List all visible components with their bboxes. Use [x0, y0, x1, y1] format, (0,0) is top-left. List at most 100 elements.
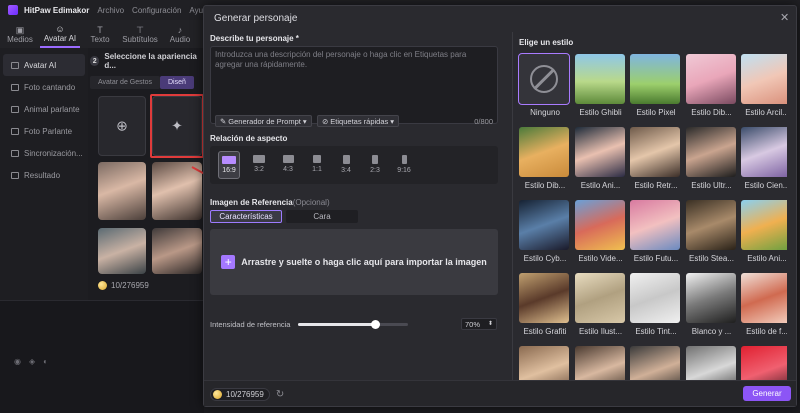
tool-avatar-ai[interactable]: ☺ Avatar AI	[40, 20, 80, 48]
style-option[interactable]: Ninguno	[518, 53, 571, 117]
image-dropzone[interactable]: + Arrastre y suelte o haga clic aquí par…	[210, 229, 498, 295]
ratio-1-1[interactable]: 1:1	[306, 151, 328, 179]
subtab-diseno[interactable]: Diseñ	[159, 76, 194, 89]
ratio-shape-icon	[313, 155, 321, 163]
style-option[interactable]	[741, 346, 787, 380]
style-option[interactable]: Estilo Pixel	[630, 54, 682, 117]
ratio-label: 16:9	[222, 167, 236, 174]
style-option[interactable]: Blanco y ...	[685, 273, 738, 336]
description-input[interactable]	[215, 50, 493, 98]
main-toolbar: ▣ Medios ☺ Avatar AI T Texto ⊤ Subtítulos ♪ A…	[0, 20, 204, 48]
nav-resultado[interactable]: Resultado	[3, 164, 85, 186]
intensity-slider[interactable]	[298, 319, 408, 329]
refresh-icon[interactable]: ↻	[276, 389, 284, 400]
style-option[interactable]: Estilo Arcil...	[741, 54, 787, 117]
style-option[interactable]: Estilo Ultr...	[685, 127, 738, 190]
upload-avatar-tile[interactable]: ⊕	[98, 96, 146, 156]
column-divider	[512, 32, 513, 380]
style-name: Blanco y ...	[691, 327, 732, 336]
prompt-generator-button[interactable]: ✎ Generador de Prompt ▾	[215, 115, 312, 127]
close-icon[interactable]: ✕	[780, 11, 789, 24]
avatar-thumb[interactable]	[152, 228, 202, 274]
app-logo-icon	[8, 5, 18, 15]
style-thumbnail	[574, 127, 625, 177]
style-option[interactable]	[519, 346, 571, 380]
ratio-3-2[interactable]: 3:2	[248, 151, 270, 179]
style-name: Estilo Retr...	[634, 181, 678, 190]
style-name: Estilo Pixel	[636, 108, 676, 117]
style-option[interactable]: Estilo Dib...	[519, 127, 571, 190]
nav-avatar-ai[interactable]: Avatar AI	[3, 54, 85, 76]
style-name: Ninguno	[530, 108, 560, 117]
tool-texto[interactable]: T Texto	[80, 20, 120, 48]
style-option[interactable]: Estilo Cyb...	[519, 200, 571, 263]
credits-pill: 10/276959	[210, 387, 270, 401]
reference-label-text: Imagen de Referencia	[210, 198, 293, 207]
ratio-label: 2:3	[370, 167, 380, 174]
intensity-value-field[interactable]: 70% ⬍	[461, 318, 497, 330]
avatar-thumb[interactable]	[98, 162, 146, 220]
style-option[interactable]: Estilo Stea...	[685, 200, 738, 263]
chevron-down-icon: ▾	[390, 116, 395, 126]
tool-label: Avatar AI	[43, 33, 77, 43]
dialog-title: Generar personaje	[214, 13, 298, 24]
tool-subtitulos[interactable]: ⊤ Subtítulos	[120, 20, 160, 48]
ratio-9-16[interactable]: 9:16	[393, 151, 415, 179]
style-option[interactable]: Estilo Retr...	[630, 127, 682, 190]
style-option[interactable]: Estilo de f...	[741, 273, 787, 336]
slider-handle[interactable]	[370, 319, 380, 329]
menu-configuracion[interactable]: Configuración	[132, 6, 181, 15]
ratio-2-3[interactable]: 2:3	[364, 151, 386, 179]
style-option[interactable]: Estilo Ani...	[574, 127, 627, 190]
nav-foto-parlante[interactable]: Foto Parlante	[3, 120, 85, 142]
style-option[interactable]: Estilo Cien...	[741, 127, 787, 190]
button-label: Etiquetas rápidas	[330, 116, 389, 126]
style-option[interactable]	[685, 346, 738, 380]
style-option[interactable]: Estilo Grafiti	[519, 273, 571, 336]
lock-icon[interactable]: ◈	[29, 357, 35, 366]
nav-foto-cantando[interactable]: Foto cantando	[3, 76, 85, 98]
tab-cara[interactable]: Cara	[286, 210, 358, 223]
mute-icon[interactable]: ◐	[43, 357, 48, 366]
style-option[interactable]	[574, 346, 627, 380]
style-option[interactable]: Estilo Ilust...	[574, 273, 627, 336]
style-option[interactable]: Estilo Futu...	[630, 200, 682, 263]
tool-label: Subtítulos	[122, 34, 158, 44]
track-controls: ◉ ◈ ◐	[14, 357, 48, 366]
reference-intensity: Intensidad de referencia 70% ⬍	[210, 317, 500, 331]
sync-icon	[11, 149, 19, 157]
tab-caracteristicas[interactable]: Características	[210, 210, 282, 223]
step-badge: 2	[90, 56, 100, 66]
dialog-left-column: Describe tu personaje * ✎Generador de Pr…	[210, 32, 504, 378]
ratio-shape-icon	[372, 155, 378, 164]
character-counter: 0/800	[474, 117, 493, 126]
tool-audio[interactable]: ♪ Audio	[160, 20, 200, 48]
media-icon: ▣	[15, 24, 25, 35]
eye-icon[interactable]: ◉	[14, 357, 21, 366]
style-option[interactable]: Estilo Dib...	[685, 54, 738, 117]
optional-text: (Opcional)	[292, 198, 330, 207]
nav-animal-parlante[interactable]: Animal parlante	[3, 98, 85, 120]
tool-medios[interactable]: ▣ Medios	[0, 20, 40, 48]
style-thumbnail	[519, 200, 569, 250]
style-name: Estilo Cien...	[744, 181, 787, 190]
stepper-icon[interactable]: ⬍	[488, 321, 493, 327]
style-option[interactable]: Estilo Tint...	[630, 273, 682, 336]
quick-tags-button[interactable]: ⊘ Etiquetas rápidas ▾	[317, 115, 400, 127]
generate-button[interactable]: Generar	[743, 386, 791, 401]
menu-archivo[interactable]: Archivo	[97, 6, 124, 15]
coin-icon	[213, 389, 222, 399]
ratio-4-3[interactable]: 4:3	[277, 151, 299, 179]
style-option[interactable]: Estilo Ghibli	[574, 54, 627, 117]
style-name: Estilo Tint...	[635, 327, 677, 336]
avatar-thumb[interactable]	[98, 228, 146, 274]
style-option[interactable]: Estilo Ani...	[741, 200, 787, 263]
subtab-gestos[interactable]: Avatar de Gestos	[90, 76, 160, 89]
style-thumbnail	[519, 127, 569, 177]
style-option[interactable]	[630, 346, 682, 380]
style-option[interactable]: Estilo Vide...	[574, 200, 627, 263]
credits-display: 10/276959 ↻	[210, 387, 284, 401]
ratio-3-4[interactable]: 3:4	[335, 151, 357, 179]
nav-sincronizacion[interactable]: Sincronización...	[3, 142, 85, 164]
ratio-16-9[interactable]: 16:9	[218, 151, 240, 179]
